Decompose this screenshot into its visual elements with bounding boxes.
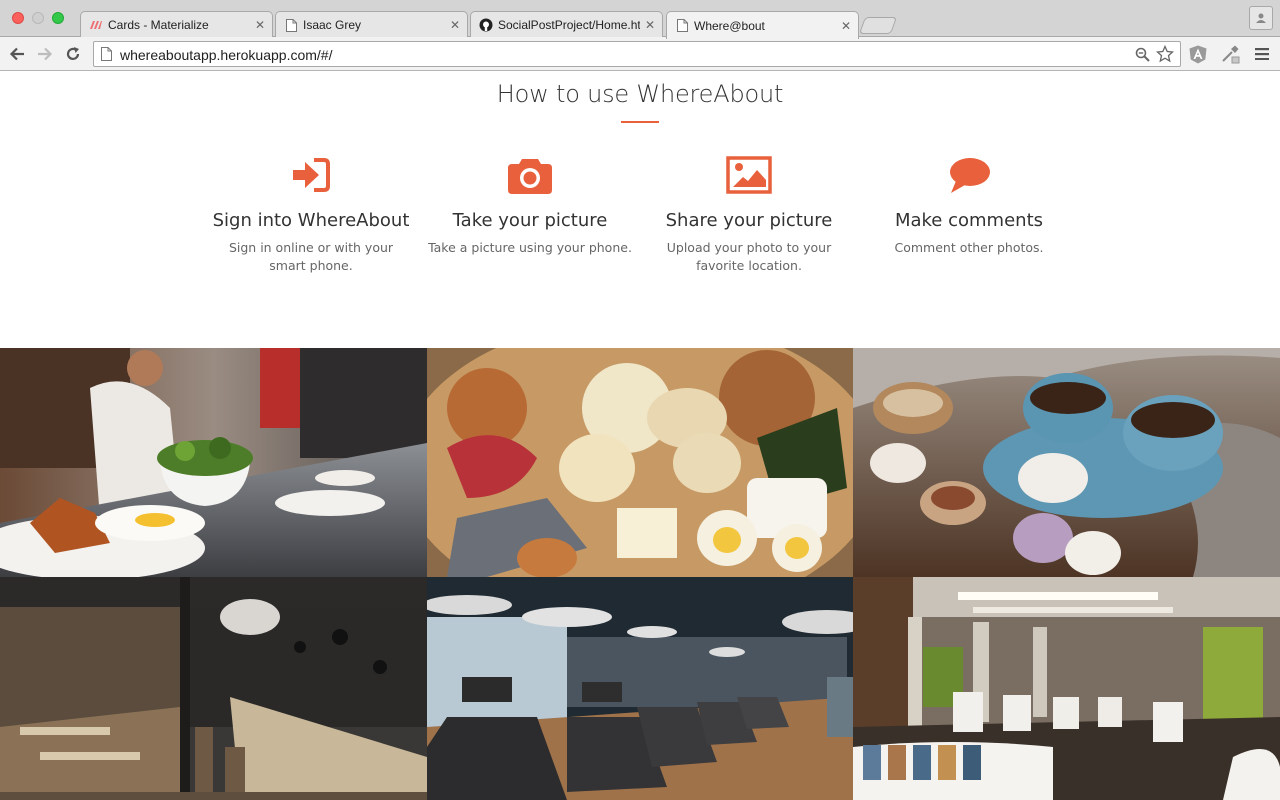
angular-extension-icon[interactable] [1188, 44, 1208, 64]
photo-restaurant-kitchen[interactable] [0, 348, 427, 577]
step-sign-in: Sign into WhereAbout Sign in online or w… [201, 152, 421, 275]
step-description: Take a picture using your phone. [428, 240, 632, 255]
photo-salon-interior[interactable] [853, 577, 1280, 800]
picture-icon [639, 152, 859, 198]
address-bar[interactable]: whereaboutapp.herokuapp.com/#/ [93, 41, 1181, 67]
browser-tab-materialize[interactable]: Cards - Materialize ✕ [80, 11, 273, 38]
photo-oden-hot-pot[interactable] [427, 348, 853, 577]
step-heading: Take your picture [452, 210, 608, 231]
step-take-picture: Take your picture Take a picture using y… [420, 152, 640, 257]
step-description: Comment other photos. [894, 240, 1044, 255]
comment-icon [859, 152, 1079, 198]
tab-title: Where@bout [694, 18, 765, 33]
zoom-icon[interactable] [1135, 47, 1150, 67]
github-icon [479, 18, 493, 32]
close-icon[interactable]: ✕ [840, 20, 852, 32]
photo-restaurant-interior[interactable] [0, 577, 427, 800]
window-minimize-button[interactable] [32, 12, 44, 24]
step-heading: Share your picture [665, 210, 833, 231]
back-icon[interactable] [6, 43, 28, 65]
title-divider [621, 121, 659, 123]
bookmark-star-icon[interactable] [1155, 44, 1175, 68]
url-text: whereaboutapp.herokuapp.com/#/ [120, 47, 333, 63]
tab-title: Isaac Grey [303, 18, 362, 32]
step-description: Sign in online or with your smart phone. [228, 240, 394, 273]
camera-icon [420, 152, 640, 198]
photo-gym-treadmills[interactable] [427, 577, 853, 800]
browser-tab-isaac-grey[interactable]: Isaac Grey ✕ [275, 11, 468, 38]
close-icon[interactable]: ✕ [644, 19, 656, 31]
forward-icon[interactable] [34, 43, 56, 65]
menu-icon[interactable] [1252, 44, 1272, 64]
new-tab-button[interactable] [858, 17, 898, 34]
close-icon[interactable]: ✕ [254, 19, 266, 31]
tab-title: SocialPostProject/Home.ht [498, 18, 640, 32]
close-icon[interactable]: ✕ [449, 19, 461, 31]
page-icon [675, 19, 689, 33]
step-make-comments: Make comments Comment other photos. [859, 152, 1079, 257]
reload-icon[interactable] [62, 43, 84, 65]
photo-gallery [0, 348, 1280, 800]
sign-in-icon [201, 152, 421, 198]
page-icon [101, 47, 112, 66]
profile-icon[interactable] [1249, 6, 1273, 30]
page-content: How to use WhereAbout Sign into WhereAbo… [0, 72, 1280, 800]
tab-title: Cards - Materialize [108, 18, 209, 32]
photo-coffee-macarons[interactable] [853, 348, 1280, 577]
browser-tab-github[interactable]: SocialPostProject/Home.ht ✕ [470, 11, 663, 38]
materialize-logo-icon [89, 18, 103, 32]
browser-tab-whereabout[interactable]: Where@bout ✕ [666, 11, 859, 39]
step-heading: Make comments [894, 210, 1044, 231]
page-icon [284, 18, 298, 32]
browser-tab-bar: Cards - Materialize ✕ Isaac Grey ✕ Socia… [0, 0, 1280, 39]
step-description: Upload your photo to your favorite locat… [666, 240, 832, 273]
step-heading: Sign into WhereAbout [212, 210, 410, 231]
window-close-button[interactable] [12, 12, 24, 24]
step-share-picture: Share your picture Upload your photo to … [639, 152, 859, 275]
eyedropper-extension-icon[interactable] [1220, 44, 1240, 64]
browser-toolbar: whereaboutapp.herokuapp.com/#/ [0, 37, 1280, 71]
section-title: How to use WhereAbout [496, 80, 784, 108]
window-zoom-button[interactable] [52, 12, 64, 24]
